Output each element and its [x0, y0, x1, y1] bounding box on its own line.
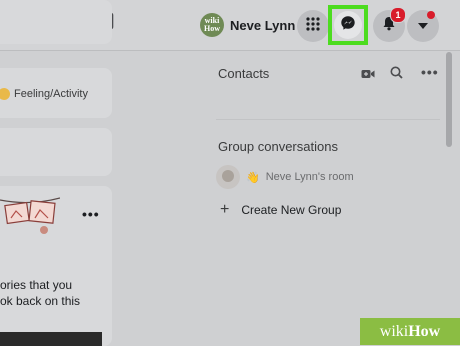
wave-icon: 👋	[246, 171, 260, 184]
memories-illustration	[0, 192, 61, 245]
smiley-icon	[0, 88, 10, 100]
memories-description: ories that you ok back on this	[0, 277, 112, 309]
menu-button[interactable]	[297, 10, 329, 42]
avatar: wiki How	[200, 13, 224, 37]
profile-shortcut[interactable]: wiki How Neve Lynn	[196, 10, 303, 40]
notification-badge: 1	[390, 7, 406, 23]
create-new-group-button[interactable]: + Create New Group	[220, 199, 341, 221]
post-options-card: Feeling/Activity	[0, 68, 112, 118]
create-post-card	[0, 0, 112, 44]
wikihow-watermark: wiki How	[360, 318, 460, 345]
scrollbar[interactable]	[446, 52, 452, 147]
group-conversation-item[interactable]: 👋 Neve Lynn's room	[216, 164, 354, 190]
account-alert-dot	[427, 11, 435, 19]
feeling-activity-button[interactable]: Feeling/Activity	[0, 78, 88, 110]
group-avatar	[216, 165, 240, 189]
messenger-button[interactable]	[328, 5, 368, 45]
memories-card: •••	[0, 186, 112, 346]
grid-menu-icon	[306, 16, 320, 36]
video-room-icon[interactable]	[361, 67, 375, 85]
contacts-more-button[interactable]: •••	[421, 64, 439, 80]
group-conversations-title: Group conversations	[218, 139, 338, 154]
caret-down-icon	[417, 17, 429, 35]
room-name: Neve Lynn's room	[265, 171, 354, 183]
search-icon[interactable]	[390, 66, 403, 84]
memories-text-line-1: ories that you	[0, 278, 73, 292]
profile-name: Neve Lynn	[230, 17, 296, 33]
create-new-group-label: Create New Group	[241, 203, 342, 217]
messenger-icon	[340, 15, 356, 36]
plus-icon: +	[220, 201, 230, 218]
memories-more-button[interactable]: •••	[82, 206, 100, 222]
divider	[216, 119, 440, 120]
contacts-title: Contacts	[218, 66, 270, 81]
rooms-card	[0, 128, 112, 176]
watermark-prefix: wiki	[379, 322, 409, 340]
memories-text-line-2: ok back on this	[0, 294, 81, 308]
memories-black-image	[0, 332, 102, 346]
feeling-activity-label: Feeling/Activity	[14, 88, 88, 100]
watermark-suffix: How	[408, 322, 441, 340]
